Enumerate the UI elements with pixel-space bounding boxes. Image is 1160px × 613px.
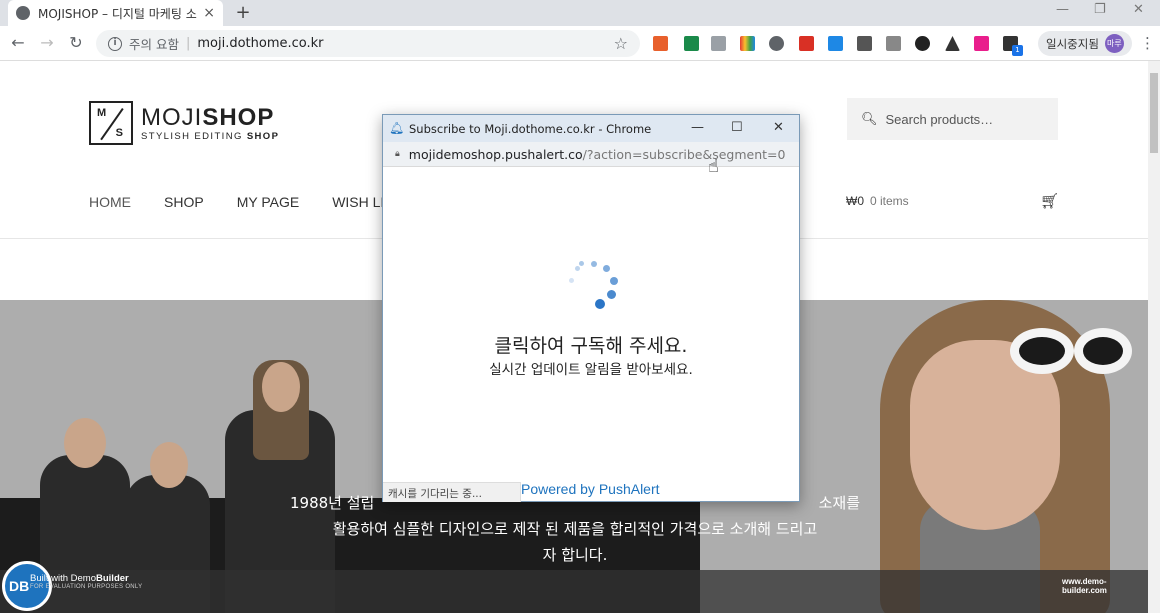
extension-pink-icon[interactable] [974, 36, 989, 51]
nav-my-page[interactable]: MY PAGE [237, 194, 300, 210]
scrollbar-thumb[interactable] [1150, 73, 1158, 153]
profile-status: 일시중지됨 [1046, 36, 1099, 51]
logo-tagline: STYLISH EDITING SHOP [141, 131, 279, 142]
logo-brand: MOJISHOP [141, 103, 279, 131]
profile-button[interactable]: 일시중지됨 마루 [1038, 31, 1132, 56]
nav-home[interactable]: HOME [89, 194, 131, 210]
popup-maximize-icon[interactable]: ☐ [731, 120, 743, 135]
builder-text: Builder [96, 573, 129, 584]
logo-brand-light: MOJI [141, 103, 203, 131]
popup-title-bar[interactable]: 🔔︎ Subscribe to Moji.dothome.co.kr - Chr… [383, 115, 799, 142]
cart-summary[interactable]: ₩0 0 items [846, 194, 909, 208]
nav-shop[interactable]: SHOP [164, 194, 204, 210]
page-scrollbar[interactable] [1148, 61, 1160, 613]
popup-subheading: 실시간 업데이트 알림을 받아보세요. [489, 362, 693, 378]
tab-close-icon[interactable]: × [203, 5, 215, 21]
info-icon[interactable]: i [108, 36, 122, 51]
security-warning: 주의 요함 [129, 37, 179, 52]
demobuilder-bar [0, 570, 1148, 613]
avatar: 마루 [1104, 34, 1124, 53]
new-tab-button[interactable]: + [232, 2, 254, 24]
separator: | [185, 36, 191, 51]
hero-line-1-end: 소재를 [818, 494, 860, 512]
subscribe-popup-window: 🔔︎ Subscribe to Moji.dothome.co.kr - Chr… [382, 114, 800, 502]
globe-icon [16, 6, 30, 20]
extension-badge: 1 [1012, 45, 1023, 56]
logo-tagline-light: STYLISH EDITING [141, 130, 247, 142]
restore-icon[interactable]: ❐ [1094, 2, 1106, 17]
hero-line-1-start: 1988년 설립 [290, 494, 375, 512]
cart-amount: ₩0 [846, 194, 864, 208]
address-bar[interactable]: i 주의 요함 | moji.dothome.co.kr ☆ [96, 30, 640, 57]
hero-head-1 [64, 418, 106, 468]
demobuilder-url[interactable]: www.demo-builder.com [1062, 577, 1148, 595]
hero-line-2: 활용하여 심플한 디자인으로 제작 된 제품을 합리적인 가격으로 소개해 드리… [332, 520, 818, 538]
url-text[interactable]: moji.dothome.co.kr [197, 36, 323, 51]
basket-icon[interactable]: 🛒︎ [1040, 192, 1059, 210]
hero-line-3: 자 합니다. [542, 546, 608, 564]
tab-title: MOJISHOP – 디지털 마케팅 소호 [38, 6, 198, 21]
logo-mark-s: S [115, 127, 123, 139]
search-icon: 🔍︎ [861, 111, 878, 127]
extension-red-icon[interactable] [799, 36, 814, 51]
logo-mark: M S [89, 101, 133, 145]
popup-minimize-icon[interactable]: — [691, 120, 704, 135]
reload-icon[interactable]: ↻ [65, 32, 87, 54]
built-with-text: Built with Demo [30, 573, 96, 584]
close-window-icon[interactable]: ✕ [1133, 2, 1144, 17]
browser-toolbar: ← → ↻ i 주의 요함 | moji.dothome.co.kr ☆ 1 일… [0, 26, 1160, 61]
browser-tab-bar: MOJISHOP – 디지털 마케팅 소호 × + — ❐ ✕ [0, 0, 1160, 26]
lock-icon: 🔒︎ [395, 149, 400, 159]
logo-mark-m: M [97, 107, 107, 119]
popup-close-icon[interactable]: ✕ [773, 120, 784, 135]
product-search[interactable]: 🔍︎ [847, 98, 1058, 140]
cart-count: 0 items [870, 194, 909, 208]
popup-title: Subscribe to Moji.dothome.co.kr - Chrome [409, 121, 652, 136]
hand-cursor-icon: ☝ [708, 156, 719, 177]
extension-shield-icon[interactable] [915, 36, 930, 51]
extension-green-icon[interactable] [684, 36, 699, 51]
extension-colors-icon[interactable] [740, 36, 755, 51]
sunglasses-lens-right [1074, 328, 1132, 374]
demobuilder-text: Built with DemoBuilder FOR EVALUATION PU… [30, 573, 142, 590]
wordpress-icon[interactable] [769, 36, 784, 51]
bell-icon: 🔔︎ [389, 121, 405, 135]
back-icon[interactable]: ← [7, 32, 29, 54]
popup-status-text: 캐시를 기다리는 중... [383, 482, 521, 502]
popup-url-path: /?action=subscribe&segment=0 [582, 146, 786, 162]
extension-code-icon[interactable] [711, 36, 726, 51]
popup-url-host: mojidemoshop.pushalert.co [408, 146, 583, 162]
hero-head-3 [262, 362, 300, 412]
sunglasses-lens-left [1010, 328, 1074, 374]
logo-brand-bold: SHOP [202, 103, 275, 131]
forward-icon[interactable]: → [36, 32, 58, 54]
minimize-icon[interactable]: — [1056, 2, 1069, 17]
browser-tab[interactable]: MOJISHOP – 디지털 마케팅 소호 × [8, 0, 223, 26]
bookmark-star-icon[interactable]: ☆ [614, 34, 628, 53]
popup-heading: 클릭하여 구독해 주세요. [494, 335, 688, 357]
hero-head-2 [150, 442, 188, 488]
site-logo[interactable]: M S MOJISHOP STYLISH EDITING SHOP [89, 101, 279, 145]
demobuilder-logo-text: DB [9, 578, 30, 594]
search-input[interactable] [885, 111, 1046, 127]
powered-by-link[interactable]: Powered by PushAlert [521, 481, 660, 497]
extension-ex-icon[interactable] [653, 36, 668, 51]
drive-icon[interactable] [945, 36, 960, 51]
extension-dark-icon[interactable] [857, 36, 872, 51]
extension-plus-icon[interactable] [828, 36, 843, 51]
loading-spinner-icon [569, 261, 619, 311]
menu-kebab-icon[interactable]: ⋮ [1140, 34, 1155, 52]
evaluation-note: FOR EVALUATION PURPOSES ONLY [30, 584, 143, 590]
extension-photo-icon[interactable] [886, 36, 901, 51]
logo-tagline-bold: SHOP [246, 130, 280, 142]
popup-address-bar[interactable]: 🔒︎ mojidemoshop.pushalert.co/?action=sub… [383, 142, 799, 167]
